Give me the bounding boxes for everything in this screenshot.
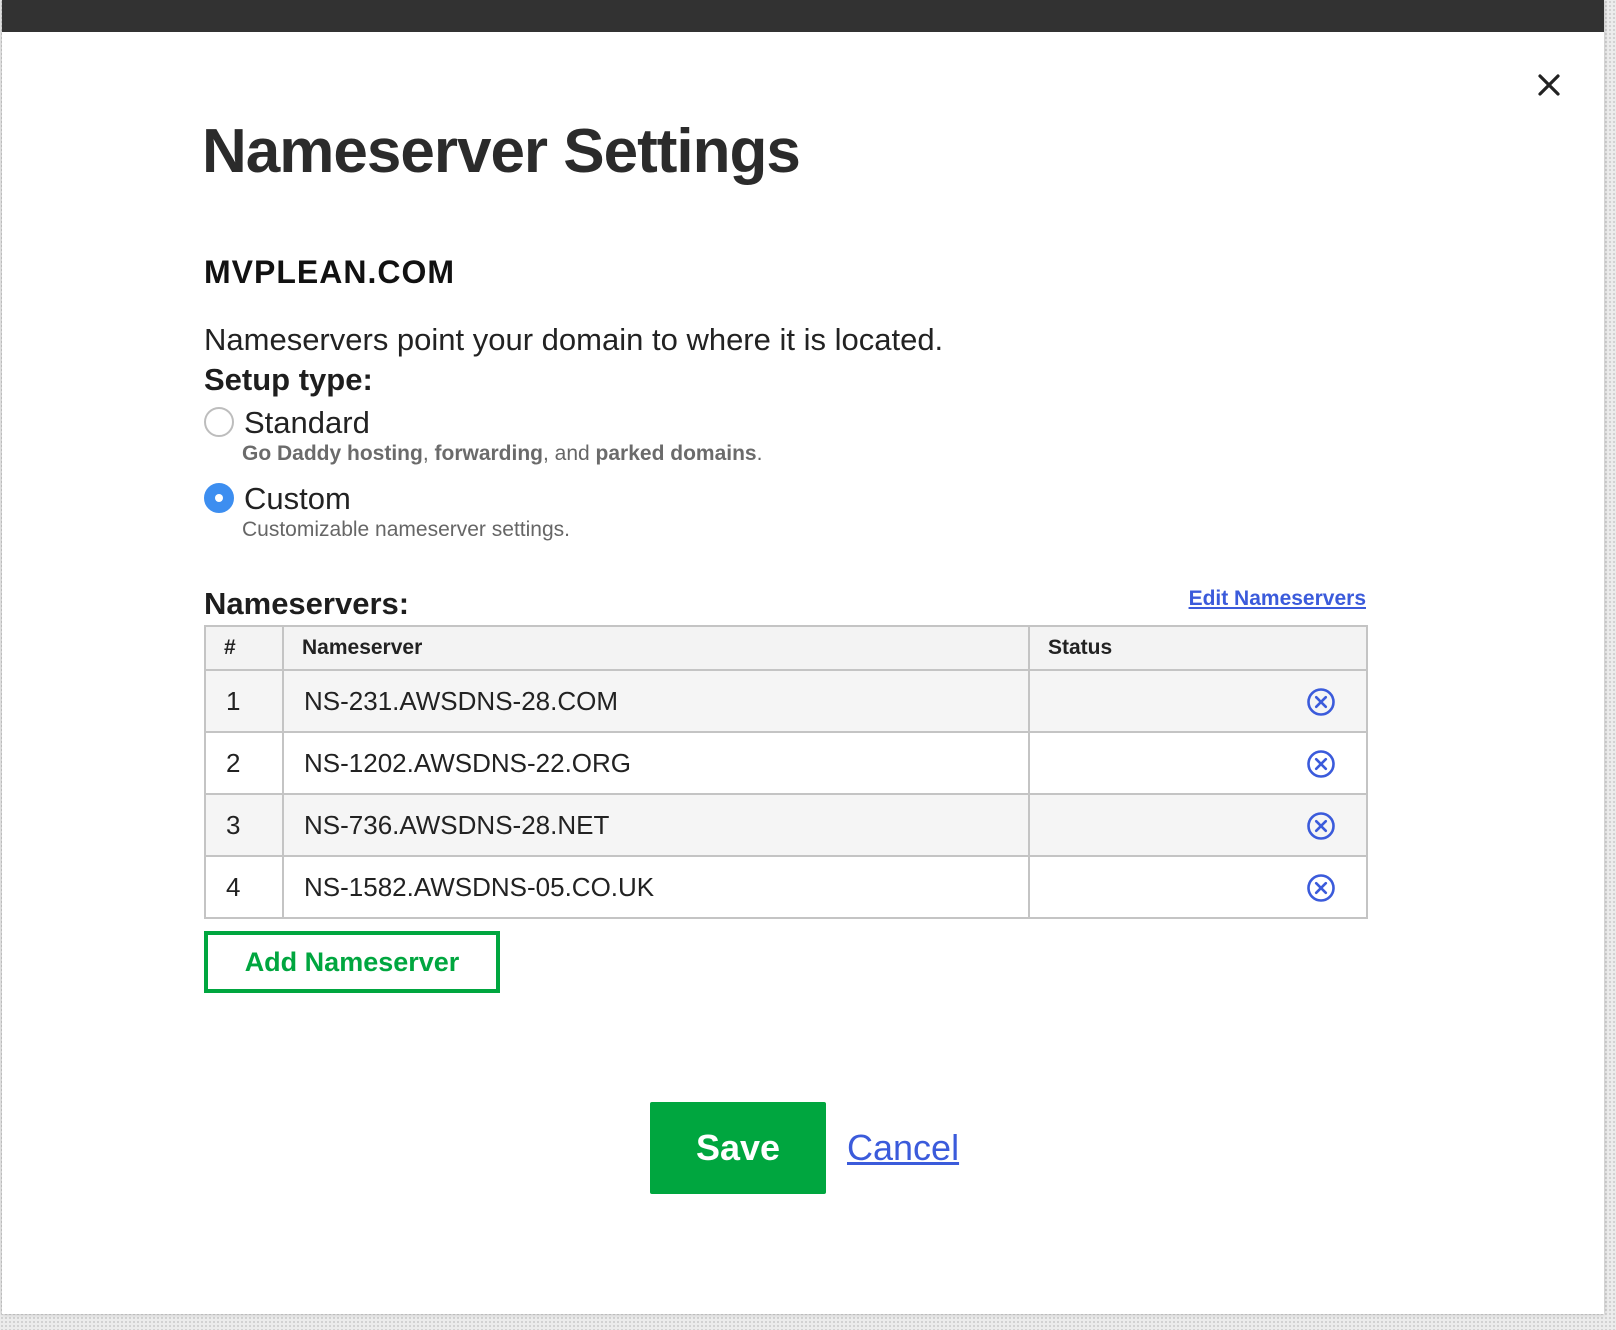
- standard-desc-end: .: [756, 442, 763, 465]
- remove-circle-icon[interactable]: [1306, 749, 1336, 779]
- row-number: 2: [204, 731, 284, 795]
- intro-text: Nameservers point your domain to where i…: [204, 322, 944, 357]
- standard-desc-forwarding: forwarding: [434, 442, 544, 465]
- column-header-number: #: [204, 625, 284, 671]
- standard-desc-parked: parked domains: [595, 442, 757, 465]
- standard-desc-hosting: Go Daddy hosting: [242, 442, 423, 465]
- custom-description: Customizable nameserver settings.: [242, 518, 570, 541]
- standard-desc-sep2: , and: [543, 442, 596, 465]
- dialog-title: Nameserver Settings: [202, 117, 801, 186]
- row-nameserver: NS-231.AWSDNS-28.COM: [282, 669, 1030, 733]
- table-row: 2 NS-1202.AWSDNS-22.ORG: [204, 731, 1368, 795]
- row-status: [1028, 793, 1368, 857]
- standard-radio[interactable]: [204, 407, 234, 437]
- row-nameserver: NS-1582.AWSDNS-05.CO.UK: [282, 855, 1030, 919]
- remove-circle-icon[interactable]: [1306, 873, 1336, 903]
- nameservers-label: Nameservers:: [204, 586, 410, 621]
- nameservers-table: # Nameserver Status 1 NS-231.AWSDNS-28.C…: [204, 625, 1368, 919]
- cancel-link[interactable]: Cancel: [847, 1126, 959, 1170]
- table-row: 4 NS-1582.AWSDNS-05.CO.UK: [204, 855, 1368, 919]
- custom-radio[interactable]: [204, 483, 234, 513]
- standard-desc-sep1: ,: [422, 442, 435, 465]
- close-button[interactable]: [1532, 68, 1566, 102]
- remove-circle-icon[interactable]: [1306, 687, 1336, 717]
- table-header-row: # Nameserver Status: [204, 625, 1368, 671]
- setup-type-label: Setup type:: [204, 362, 373, 397]
- nameserver-settings-dialog: Nameserver Settings MVPLEAN.COM Nameserv…: [2, 0, 1604, 1314]
- dialog-top-bar: [2, 0, 1604, 32]
- row-nameserver: NS-1202.AWSDNS-22.ORG: [282, 731, 1030, 795]
- row-status: [1028, 669, 1368, 733]
- edit-nameservers-link[interactable]: Edit Nameservers: [1146, 584, 1366, 614]
- remove-circle-icon[interactable]: [1306, 811, 1336, 841]
- standard-description: Go Daddy hosting, forwarding, and parked…: [242, 440, 762, 468]
- close-icon: [1538, 74, 1560, 96]
- save-button[interactable]: Save: [650, 1102, 826, 1194]
- table-row: 3 NS-736.AWSDNS-28.NET: [204, 793, 1368, 857]
- table-row: 1 NS-231.AWSDNS-28.COM: [204, 669, 1368, 733]
- row-number: 3: [204, 793, 284, 857]
- column-header-nameserver: Nameserver: [282, 625, 1030, 671]
- row-status: [1028, 731, 1368, 795]
- add-nameserver-button[interactable]: Add Nameserver: [204, 931, 500, 993]
- row-status: [1028, 855, 1368, 919]
- standard-label: Standard: [244, 405, 370, 440]
- row-number: 4: [204, 855, 284, 919]
- row-number: 1: [204, 669, 284, 733]
- domain-name: MVPLEAN.COM: [204, 254, 455, 290]
- custom-label: Custom: [244, 481, 351, 516]
- row-nameserver: NS-736.AWSDNS-28.NET: [282, 793, 1030, 857]
- column-header-status: Status: [1028, 625, 1368, 671]
